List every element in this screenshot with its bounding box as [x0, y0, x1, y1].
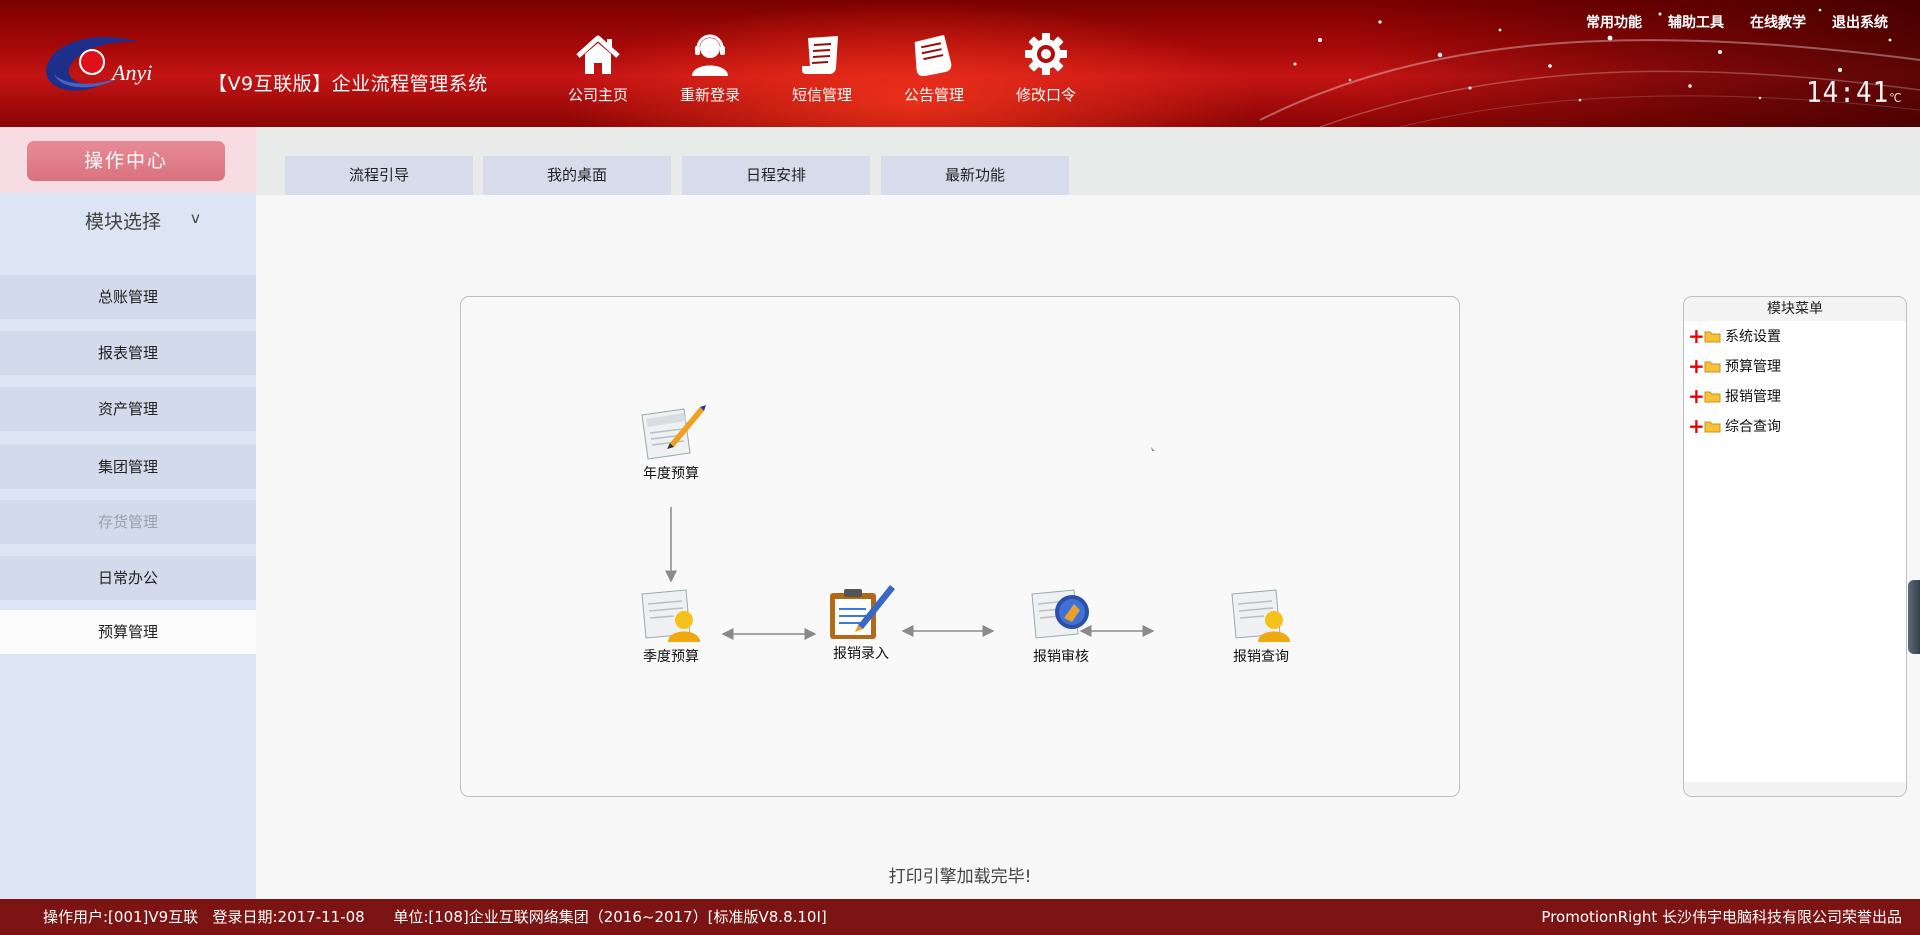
nav-label: 重新登录 — [679, 86, 740, 104]
clipboard-pen-icon — [830, 585, 895, 639]
flow-node-expense-review[interactable]: 报销审核 — [1006, 582, 1116, 666]
sidebar-item-daily-office[interactable]: 日常办公 — [0, 556, 256, 600]
nav-label: 公司主页 — [567, 86, 628, 104]
sidebar-item-reports[interactable]: 报表管理 — [0, 331, 256, 375]
status-message: 打印引擎加载完毕! — [888, 867, 1032, 887]
folder-icon — [1704, 391, 1721, 402]
top-menu-common-functions[interactable]: 常用功能 — [1586, 12, 1642, 32]
nav-notice-management[interactable]: 公告管理 — [878, 32, 990, 112]
user-headset-icon — [692, 34, 728, 76]
clock-display: 14:41℃ — [1806, 77, 1903, 110]
side-scroll-handle[interactable] — [1908, 580, 1920, 654]
document-user-icon — [1231, 589, 1290, 642]
op-center-button[interactable]: 操作中心 — [27, 141, 225, 181]
footer-user-info: 操作用户:[001]V9互联 登录日期:2017-11-08 单位:[108]企… — [43, 908, 827, 926]
module-select-label: 模块选择 — [85, 211, 162, 233]
top-menu-tools[interactable]: 辅助工具 — [1668, 12, 1724, 32]
top-menu-online-tutorial[interactable]: 在线教学 — [1750, 12, 1806, 32]
nav-relogin[interactable]: 重新登录 — [654, 32, 766, 112]
module-menu-item-budget[interactable]: + 预算管理 — [1684, 351, 1906, 381]
sidebar: 操作中心 模块选择 v 总账管理 报表管理 资产管理 集团管理 存货管理 日常办… — [0, 127, 256, 899]
top-menu: 常用功能 辅助工具 在线教学 退出系统 — [1586, 12, 1888, 32]
module-menu-item-expense[interactable]: + 报销管理 — [1684, 381, 1906, 411]
notice-scroll-icon — [914, 34, 952, 76]
module-menu-label: 报销管理 — [1725, 389, 1781, 405]
flow-connectors — [665, 447, 1155, 640]
folder-icon — [1704, 331, 1721, 342]
flow-node-annual-budget[interactable]: 年度预算 — [616, 399, 726, 483]
module-menu-title: 模块菜单 — [1684, 297, 1906, 321]
module-menu-item-system-settings[interactable]: + 系统设置 — [1684, 321, 1906, 351]
nav-company-home[interactable]: 公司主页 — [542, 32, 654, 112]
module-menu-panel: 模块菜单 + 系统设置 + 预算管理 + 报销管理 + 综合查询 — [1683, 296, 1907, 797]
sidebar-item-ledger[interactable]: 总账管理 — [0, 275, 256, 319]
logo-text: Anyi — [110, 60, 152, 85]
expand-plus-icon[interactable]: + — [1688, 416, 1705, 436]
footer-bar: 操作用户:[001]V9互联 登录日期:2017-11-08 单位:[108]企… — [0, 899, 1920, 935]
company-logo[interactable]: Anyi — [40, 26, 180, 102]
tab-latest-features[interactable]: 最新功能 — [881, 156, 1069, 195]
flow-node-expense-entry[interactable]: 报销录入 — [806, 579, 916, 663]
flow-node-label: 报销录入 — [833, 646, 889, 662]
tab-schedule[interactable]: 日程安排 — [682, 156, 870, 195]
sidebar-item-budget[interactable]: 预算管理 — [0, 610, 256, 654]
module-menu-footer — [1684, 782, 1906, 796]
expand-plus-icon[interactable]: + — [1688, 326, 1705, 346]
top-menu-exit[interactable]: 退出系统 — [1832, 12, 1888, 32]
op-center-bar: 操作中心 — [0, 127, 256, 193]
module-menu-label: 系统设置 — [1725, 329, 1781, 345]
document-pen-icon — [641, 405, 706, 460]
nav-change-password[interactable]: 修改口令 — [990, 32, 1102, 112]
sidebar-item-group[interactable]: 集团管理 — [0, 445, 256, 489]
anyi-logo-icon: Anyi — [46, 37, 152, 91]
tab-flow-guide[interactable]: 流程引导 — [285, 156, 473, 195]
gear-icon — [1025, 33, 1067, 75]
flow-guide-panel: 年度预算 季度预算 报销录入 报销审核 报销查询 — [460, 296, 1460, 797]
flow-node-quarterly-budget[interactable]: 季度预算 — [616, 582, 726, 666]
document-globe-icon — [1031, 589, 1089, 639]
nav-label: 修改口令 — [1015, 86, 1076, 104]
nav-label: 公告管理 — [903, 86, 964, 104]
document-user-icon — [641, 589, 700, 642]
module-menu-label: 预算管理 — [1725, 359, 1781, 375]
flow-node-label: 季度预算 — [643, 649, 699, 665]
message-scroll-icon — [802, 36, 838, 74]
tab-my-desktop[interactable]: 我的桌面 — [483, 156, 671, 195]
flow-node-label: 报销审核 — [1033, 649, 1089, 665]
nav-label: 短信管理 — [791, 86, 852, 104]
main-nav: 公司主页 重新登录 短信管理 公告管理 修改口令 — [542, 32, 1102, 112]
footer-copyright: PromotionRight 长沙伟宇电脑科技有限公司荣誉出品 — [1541, 908, 1902, 926]
home-icon — [576, 35, 620, 74]
flow-node-label: 报销查询 — [1233, 649, 1289, 665]
module-select-dropdown[interactable]: 模块选择 v — [85, 207, 215, 234]
flow-node-label: 年度预算 — [643, 466, 699, 482]
nav-sms-management[interactable]: 短信管理 — [766, 32, 878, 112]
module-menu-label: 综合查询 — [1725, 419, 1781, 435]
sidebar-item-inventory[interactable]: 存货管理 — [0, 500, 256, 544]
header-banner: Anyi 【V9互联版】企业流程管理系统 公司主页 重新登录 短信管理 公告管理… — [0, 0, 1920, 127]
clock-time: 14:41 — [1806, 76, 1890, 110]
chevron-down-icon: v — [191, 209, 200, 227]
sidebar-item-assets[interactable]: 资产管理 — [0, 387, 256, 431]
expand-plus-icon[interactable]: + — [1688, 386, 1705, 406]
flow-node-expense-query[interactable]: 报销查询 — [1206, 582, 1316, 666]
clock-unit: ℃ — [1889, 90, 1903, 106]
folder-icon — [1704, 361, 1721, 372]
app-title: 【V9互联版】企业流程管理系统 — [208, 73, 488, 95]
folder-icon — [1704, 421, 1721, 432]
expand-plus-icon[interactable]: + — [1688, 356, 1705, 376]
tab-bar: 流程引导 我的桌面 日程安排 最新功能 — [256, 127, 1920, 195]
module-menu-item-query[interactable]: + 综合查询 — [1684, 411, 1906, 441]
